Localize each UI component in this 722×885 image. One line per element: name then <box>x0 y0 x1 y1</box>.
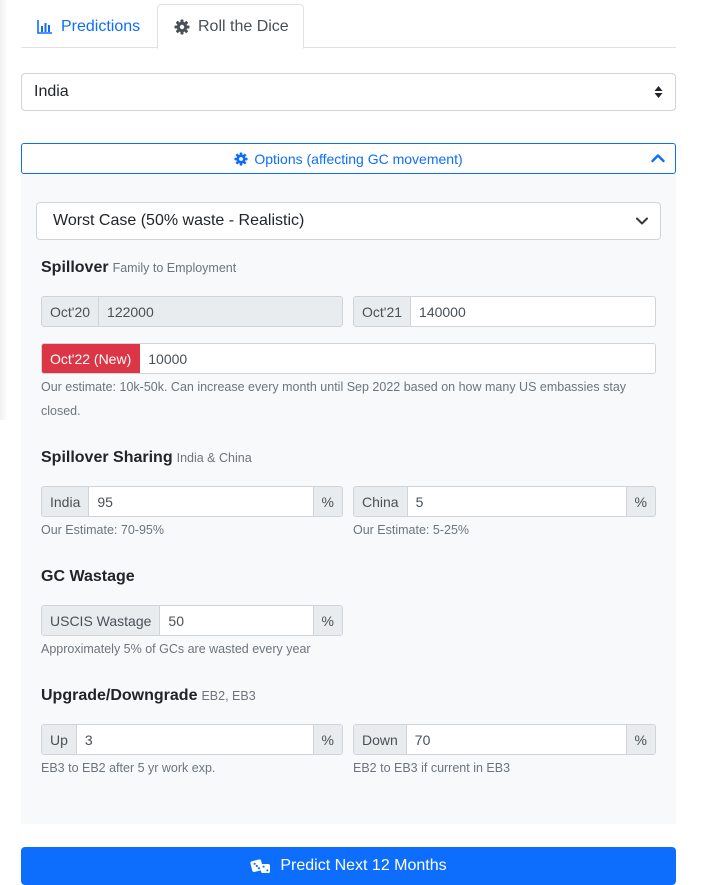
upgrade-subtitle: EB2, EB3 <box>201 689 256 703</box>
options-toggle-label: Options (affecting GC movement) <box>254 150 463 167</box>
dice-icon <box>250 859 271 873</box>
sharing-heading: Spillover Sharing India & China <box>41 449 252 467</box>
spillover-oct20-group: Oct'20 122000 <box>41 296 343 327</box>
wastage-title: GC Wastage <box>41 568 135 585</box>
tab-bar: Predictions Roll the Dice <box>21 0 676 49</box>
predict-button[interactable]: Predict Next 12 Months <box>21 847 676 885</box>
india-input[interactable]: 95 <box>89 487 313 516</box>
gear-icon <box>174 19 190 34</box>
upgrade-down-group: Down 70 % <box>353 724 656 755</box>
tab-roll-the-dice-label: Roll the Dice <box>198 17 289 35</box>
percent-addon: % <box>312 606 342 635</box>
china-help: Our Estimate: 5-25% <box>353 523 470 537</box>
spillover-help: Our estimate: 10k-50k. Can increase ever… <box>41 380 627 418</box>
india-label: India <box>42 487 90 516</box>
percent-addon: % <box>625 487 655 516</box>
uscis-wastage-input[interactable]: 50 <box>160 606 313 635</box>
spillover-oct21-group: Oct'21 140000 <box>353 296 656 327</box>
predict-button-label: Predict Next 12 Months <box>280 857 447 874</box>
up-help: EB3 to EB2 after 5 yr work exp. <box>41 761 216 775</box>
select-updown-icon <box>654 86 663 98</box>
sharing-title: Spillover Sharing <box>41 449 173 466</box>
uscis-wastage-label: USCIS Wastage <box>42 606 161 635</box>
sharing-china-group: China 5 % <box>353 486 656 517</box>
tab-roll-the-dice[interactable]: Roll the Dice <box>157 4 304 49</box>
percent-addon: % <box>312 487 342 516</box>
oct20-label: Oct'20 <box>42 297 100 326</box>
wastage-help: Approximately 5% of GCs are wasted every… <box>41 642 311 656</box>
upgrade-up-group: Up 3 % <box>41 724 343 755</box>
options-toggle-button[interactable]: Options (affecting GC movement) <box>21 143 676 174</box>
up-input[interactable]: 3 <box>76 725 313 754</box>
spillover-title: Spillover <box>41 259 109 276</box>
page-edge-shadow <box>0 0 8 420</box>
tab-predictions-label: Predictions <box>61 17 141 35</box>
sharing-subtitle: India & China <box>176 451 252 465</box>
china-label: China <box>354 487 408 516</box>
oct20-input: 122000 <box>99 297 342 326</box>
percent-addon: % <box>625 725 655 754</box>
oct22-input[interactable]: 10000 <box>140 344 655 373</box>
chevron-up-icon <box>651 154 665 163</box>
bar-chart-icon <box>37 19 52 34</box>
oct21-input[interactable]: 140000 <box>411 297 655 326</box>
country-select[interactable]: India <box>21 73 676 111</box>
up-label: Up <box>42 725 77 754</box>
oct21-label: Oct'21 <box>354 297 412 326</box>
scenario-select-value: Worst Case (50% waste - Realistic) <box>53 212 305 229</box>
scenario-select[interactable]: Worst Case (50% waste - Realistic) <box>36 202 661 240</box>
gear-icon <box>234 151 248 166</box>
spillover-oct22-group: Oct'22 (New) 10000 <box>41 343 656 374</box>
tab-predictions[interactable]: Predictions <box>21 4 157 49</box>
spillover-heading: Spillover Family to Employment <box>41 259 236 277</box>
upgrade-heading: Upgrade/Downgrade EB2, EB3 <box>41 687 256 705</box>
wastage-uscis-group: USCIS Wastage 50 % <box>41 605 343 636</box>
chevron-down-icon <box>636 217 648 225</box>
spillover-subtitle: Family to Employment <box>112 261 237 275</box>
wastage-heading: GC Wastage <box>41 568 135 586</box>
down-input[interactable]: 70 <box>406 725 626 754</box>
oct22-label: Oct'22 (New) <box>42 344 141 373</box>
sharing-india-group: India 95 % <box>41 486 343 517</box>
down-label: Down <box>354 725 407 754</box>
country-select-value: India <box>34 83 69 100</box>
india-help: Our Estimate: 70-95% <box>41 523 164 537</box>
upgrade-title: Upgrade/Downgrade <box>41 687 198 704</box>
percent-addon: % <box>312 725 342 754</box>
down-help: EB2 to EB3 if current in EB3 <box>353 761 511 775</box>
china-input[interactable]: 5 <box>407 487 626 516</box>
